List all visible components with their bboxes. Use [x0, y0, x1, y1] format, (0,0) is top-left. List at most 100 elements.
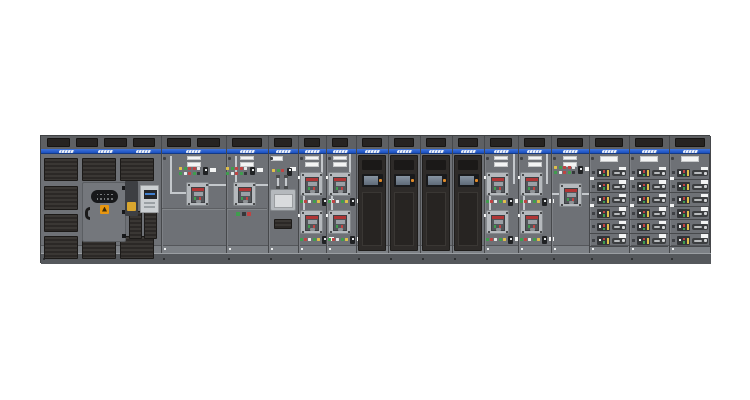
label-plate [528, 162, 542, 167]
breaker-face [525, 177, 540, 193]
indicator-lamp [643, 184, 646, 187]
fuse-cap [284, 175, 288, 178]
indicator-lamp [603, 184, 606, 187]
breaker-handle-bar [614, 199, 620, 201]
indicator-lamp [554, 166, 557, 169]
row-screw [672, 185, 675, 188]
row-indicator-block [677, 169, 690, 178]
indicator-lamp [679, 225, 682, 228]
bezel-screw [348, 212, 350, 214]
indicator-lamp [240, 167, 243, 170]
indicator-lamp [603, 187, 606, 190]
indicator-lamp [533, 238, 536, 241]
feeder-row [590, 166, 628, 180]
breaker-handle-slot [612, 170, 626, 176]
circuit-breaker [300, 172, 323, 196]
connector-pin [107, 198, 109, 200]
breaker-display [308, 182, 318, 186]
label-plate [600, 156, 618, 162]
breaker-handle [530, 190, 536, 193]
mimic-bus-line [209, 184, 226, 186]
indicator-lamp [647, 224, 650, 230]
indicator-lamp [683, 241, 686, 244]
bezel-screw [320, 212, 322, 214]
bezel-screw [235, 203, 237, 205]
section-screw [300, 157, 303, 160]
feeder-row [670, 180, 710, 194]
label-tag [701, 180, 708, 184]
indicator-lamp [486, 200, 489, 203]
mimic-bus-line [552, 193, 559, 195]
circuit-breaker [328, 172, 351, 196]
bezel-screw [348, 174, 350, 176]
label-tag [619, 180, 626, 184]
indicator-lamp [683, 214, 686, 217]
row-indicator-block [677, 196, 690, 205]
indicator-lamp [603, 214, 606, 217]
breaker-display [308, 220, 318, 224]
breaker-handle-cap [622, 199, 625, 202]
feeder-row [590, 193, 628, 207]
top-cable-vent [167, 138, 191, 147]
indicator-lamp [247, 212, 251, 216]
bezel-screw [522, 231, 524, 233]
indicator-lamp [537, 238, 540, 241]
label-tag [701, 194, 708, 198]
indicator-lamp [336, 238, 339, 241]
breaker-face [305, 215, 320, 231]
breaker-rating-strip [492, 216, 504, 219]
indicator-lamp [647, 211, 650, 217]
breaker-handle-bar [694, 172, 702, 174]
louver-vent [82, 158, 116, 181]
bezel-screw [302, 193, 304, 195]
vfd-lower-door [394, 192, 414, 246]
door-bolt [122, 234, 126, 238]
feeder-row [630, 220, 668, 234]
section-screw [228, 157, 231, 160]
breaker-handle-cap [662, 199, 665, 202]
indicator-lamp [639, 185, 642, 188]
breaker-display [528, 182, 538, 186]
base-screw [390, 258, 392, 260]
trim-screw [487, 248, 489, 250]
breaker-handle-bar [614, 240, 620, 242]
breaker-handle-cap [704, 185, 707, 188]
indicator-lamp [345, 238, 348, 241]
vfd-lower-door [426, 192, 446, 246]
indicator-lamp [533, 200, 536, 203]
indicator-lamp [603, 241, 606, 244]
indicator-lamp [643, 224, 646, 227]
connector-pin [104, 198, 106, 200]
feeder-row [630, 207, 668, 221]
base-screw [520, 258, 522, 260]
meter-screen [144, 190, 157, 199]
feeder-row [590, 180, 628, 194]
label-tag [659, 194, 666, 198]
label-plate [240, 162, 254, 167]
indicator-lamp [599, 185, 602, 188]
breaker-handle [338, 228, 344, 231]
mimic-bus-line [256, 184, 268, 186]
row-indicator-block [637, 196, 650, 205]
connector-oval [91, 190, 118, 203]
breaker-handle-slot [612, 197, 626, 203]
breaker-face [333, 177, 348, 193]
meter-button-row [144, 206, 155, 208]
label-tag [701, 221, 708, 225]
warning-triangle-icon [102, 207, 107, 212]
vfd-vent-slot [458, 160, 478, 170]
bezel-screw [188, 203, 190, 205]
breaker-handle-cap [704, 172, 707, 175]
label-tag [701, 207, 708, 211]
top-cable-vent [557, 138, 583, 147]
warning-label [100, 205, 109, 214]
base-screw [228, 258, 230, 260]
indicator-lamp [643, 228, 646, 231]
indicator-lamp [639, 198, 642, 201]
hmi-display [362, 174, 383, 187]
top-cable-vent [426, 138, 446, 147]
louver-vent [44, 186, 78, 210]
indicator-lamp [639, 225, 642, 228]
breaker-handle-bar [694, 240, 702, 242]
label-tag [619, 194, 626, 198]
